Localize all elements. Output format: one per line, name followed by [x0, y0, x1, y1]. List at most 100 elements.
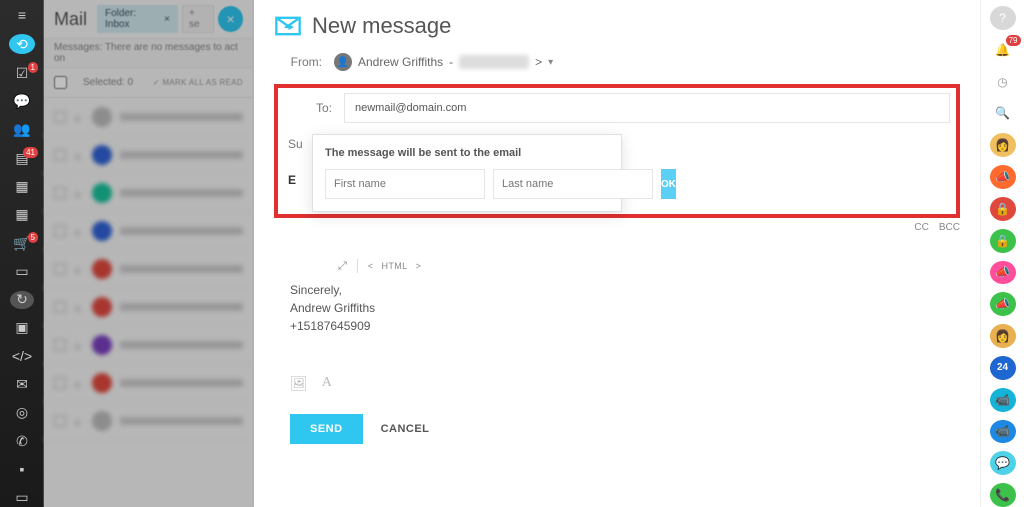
rail-filter-icon[interactable]: ▤ — [10, 149, 34, 167]
row-preview — [120, 151, 243, 159]
rail-cart-icon[interactable]: 🛒 — [10, 234, 34, 252]
compose-body[interactable]: Sincerely, Andrew Griffiths +15187645909 — [290, 281, 960, 361]
app-title: Mail — [54, 9, 87, 30]
row-checkbox[interactable] — [54, 339, 66, 351]
mail-row[interactable]: ≡ — [44, 174, 253, 212]
bubble-red-lock-icon[interactable]: 🔒 — [990, 197, 1016, 221]
bubble-pink-icon[interactable]: 📣 — [990, 261, 1016, 285]
bcc-button[interactable]: BCC — [939, 222, 960, 233]
popover-ok-button[interactable]: OK — [661, 169, 676, 199]
last-name-input[interactable] — [493, 169, 653, 199]
row-menu-icon[interactable]: ≡ — [74, 416, 84, 426]
bell-icon[interactable]: 🔔 — [990, 38, 1016, 62]
rail-book-icon[interactable]: ▣ — [10, 319, 34, 337]
new-contact-popover: The message will be sent to the email OK — [312, 134, 622, 212]
bubble-24-icon[interactable]: 24 — [990, 356, 1016, 380]
chip-close-icon[interactable]: × — [164, 14, 170, 25]
from-row: From: 👤 Andrew Griffiths - > ▾ — [274, 46, 960, 78]
rail-apps-icon[interactable]: ▦ — [10, 206, 34, 224]
row-menu-icon[interactable]: ≡ — [74, 302, 84, 312]
search-icon[interactable]: 🔍 — [990, 101, 1016, 125]
row-checkbox[interactable] — [54, 225, 66, 237]
rail-mail-icon[interactable]: ✉ — [10, 375, 34, 393]
rail-more-icon[interactable]: ▪ — [10, 460, 34, 478]
cc-button[interactable]: CC — [914, 222, 928, 233]
rail-code-icon[interactable]: </> — [10, 347, 34, 365]
attach-image-icon[interactable]: 🖼 — [290, 375, 308, 392]
rail-tasks-icon[interactable]: ☑ — [10, 64, 34, 82]
bubble-orange-icon[interactable]: 📣 — [990, 165, 1016, 189]
from-label: From: — [274, 55, 334, 69]
folder-chip[interactable]: Folder: Inbox × — [97, 5, 178, 33]
row-avatar — [92, 335, 112, 355]
mail-row[interactable]: ≡ — [44, 288, 253, 326]
cancel-button[interactable]: CANCEL — [381, 423, 430, 435]
popover-title: The message will be sent to the email — [325, 147, 609, 159]
avatar-2[interactable]: 👩 — [990, 324, 1016, 348]
signature-line2: Andrew Griffiths — [290, 299, 960, 317]
add-folder-chip[interactable]: + se — [182, 5, 214, 33]
mail-row[interactable]: ≡ — [44, 326, 253, 364]
mark-all-read-button[interactable]: ✓ MARK ALL AS READ — [153, 78, 243, 87]
mail-row[interactable]: ≡ — [44, 402, 253, 440]
row-avatar — [92, 107, 112, 127]
row-menu-icon[interactable]: ≡ — [74, 226, 84, 236]
rail-sync-icon[interactable]: ↻ — [10, 291, 34, 309]
row-preview — [120, 303, 243, 311]
rail-people-icon[interactable]: 👥 — [10, 121, 34, 139]
row-menu-icon[interactable]: ≡ — [74, 188, 84, 198]
bubble-green-lock-icon[interactable]: 🔒 — [990, 229, 1016, 253]
from-name: Andrew Griffiths — [358, 55, 443, 69]
row-menu-icon[interactable]: ≡ — [74, 112, 84, 122]
row-checkbox[interactable] — [54, 415, 66, 427]
row-menu-icon[interactable]: ≡ — [74, 264, 84, 274]
row-menu-icon[interactable]: ≡ — [74, 378, 84, 388]
avatar-1[interactable]: 👩 — [990, 133, 1016, 157]
rail-chat-icon[interactable]: 💬 — [10, 92, 34, 110]
help-icon[interactable]: ? — [990, 6, 1016, 30]
row-menu-icon[interactable]: ≡ — [74, 150, 84, 160]
rail-phone-icon[interactable]: ✆ — [10, 432, 34, 450]
row-checkbox[interactable] — [54, 263, 66, 275]
bubble-video1-icon[interactable]: 📹 — [990, 388, 1016, 412]
bubble-chat-icon[interactable]: 💬 — [990, 451, 1016, 475]
rail-calendar-icon[interactable]: ▦ — [10, 177, 34, 195]
mail-row[interactable]: ≡ — [44, 364, 253, 402]
clock-icon[interactable]: ◷ — [990, 70, 1016, 94]
toolbar-expand[interactable]: ⤢ — [338, 260, 347, 273]
row-menu-icon[interactable]: ≡ — [74, 340, 84, 350]
mail-row[interactable]: ≡ — [44, 212, 253, 250]
from-email-redacted — [459, 55, 529, 69]
send-button[interactable]: SEND — [290, 414, 363, 444]
from-dropdown-caret-icon[interactable]: ▾ — [548, 57, 553, 68]
to-label: To: — [284, 101, 344, 115]
row-checkbox[interactable] — [54, 301, 66, 313]
attach-font-icon[interactable]: A — [322, 375, 332, 392]
row-preview — [120, 227, 243, 235]
from-value[interactable]: 👤 Andrew Griffiths - > ▾ — [334, 53, 553, 71]
select-all-checkbox[interactable] — [54, 76, 67, 89]
row-checkbox[interactable] — [54, 149, 66, 161]
row-avatar — [92, 221, 112, 241]
bubble-green2-icon[interactable]: 📣 — [990, 292, 1016, 316]
rail-feed-button[interactable]: ⟲ — [9, 34, 35, 54]
toolbar-html-toggle[interactable]: <HTML> — [368, 261, 421, 271]
mail-row[interactable]: ≡ — [44, 98, 253, 136]
first-name-input[interactable] — [325, 169, 485, 199]
rail-target-icon[interactable]: ◎ — [10, 404, 34, 422]
rail-card-icon[interactable]: ▭ — [10, 262, 34, 280]
mail-row[interactable]: ≡ — [44, 250, 253, 288]
row-checkbox[interactable] — [54, 111, 66, 123]
bubble-call-icon[interactable]: 📞 — [990, 483, 1016, 507]
row-checkbox[interactable] — [54, 377, 66, 389]
bubble-video2-icon[interactable]: 📹 — [990, 420, 1016, 444]
row-avatar — [92, 145, 112, 165]
rail-last-icon[interactable]: ▭ — [10, 489, 34, 507]
mail-row[interactable]: ≡ — [44, 136, 253, 174]
menu-icon[interactable]: ≡ — [10, 6, 34, 24]
compose-panel: New message From: 👤 Andrew Griffiths - >… — [254, 0, 980, 507]
row-checkbox[interactable] — [54, 187, 66, 199]
panel-close-button[interactable]: × — [218, 6, 243, 32]
to-input[interactable] — [344, 93, 950, 123]
editor-toolbar: ⤢ <HTML> — [338, 259, 960, 273]
